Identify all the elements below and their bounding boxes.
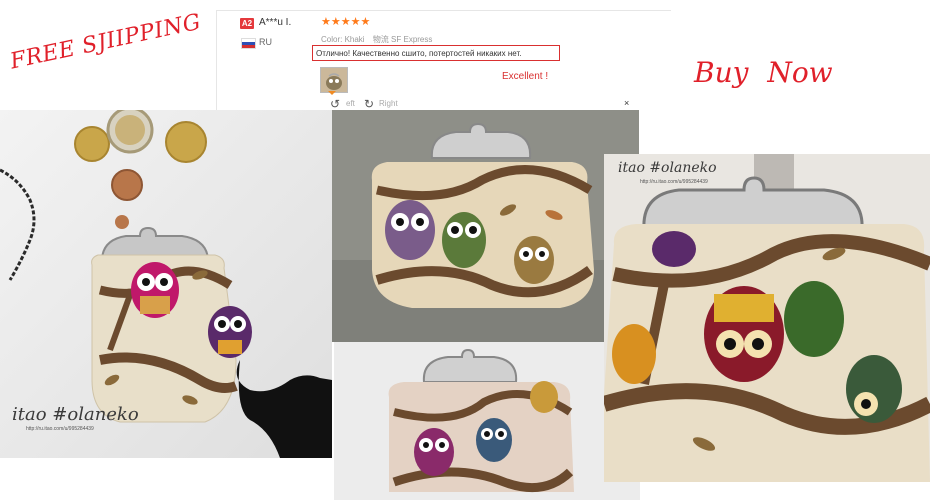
reviewer-name: A***u I. <box>259 17 292 28</box>
rotate-left-label[interactable]: eft <box>346 99 355 108</box>
shipping-info: 物流 SF Express <box>372 35 433 44</box>
product-photo-right <box>604 154 930 482</box>
watermark-right: itao #olaneko <box>618 160 717 176</box>
free-shipping-text: FREE SJIIPPING <box>8 9 204 75</box>
thumbnail-selected-indicator <box>328 91 336 95</box>
buyer-level-badge: A2 <box>240 18 254 29</box>
rotate-left-icon[interactable]: ↺ <box>330 97 340 111</box>
close-icon[interactable]: × <box>624 98 629 108</box>
rating-stars: ★★★★★ <box>321 16 371 28</box>
rotate-right-icon[interactable]: ↻ <box>364 97 374 111</box>
buy-now-text[interactable]: Buy Now <box>694 56 833 89</box>
product-photo-middle-top <box>332 110 639 342</box>
russia-flag-icon <box>241 38 256 49</box>
color-info: Color: Khaki <box>321 35 365 44</box>
review-comment: Отлично! Качественно сшито, потертостей … <box>312 45 560 61</box>
rotate-right-label[interactable]: Right <box>379 99 398 108</box>
watermark-right-url: http://ru.itao.com/u/995284439 <box>640 179 708 185</box>
product-photo-middle-bottom <box>334 342 640 500</box>
reviewer-country: RU <box>259 37 272 47</box>
watermark-left-url: http://ru.itao.com/u/995284439 <box>26 426 94 432</box>
review-photo-thumbnail[interactable] <box>320 67 348 93</box>
review-translation: Excellent ! <box>502 71 549 82</box>
watermark-left: itao #olaneko <box>12 404 139 425</box>
order-meta: Color: Khaki 物流 SF Express <box>321 34 438 45</box>
